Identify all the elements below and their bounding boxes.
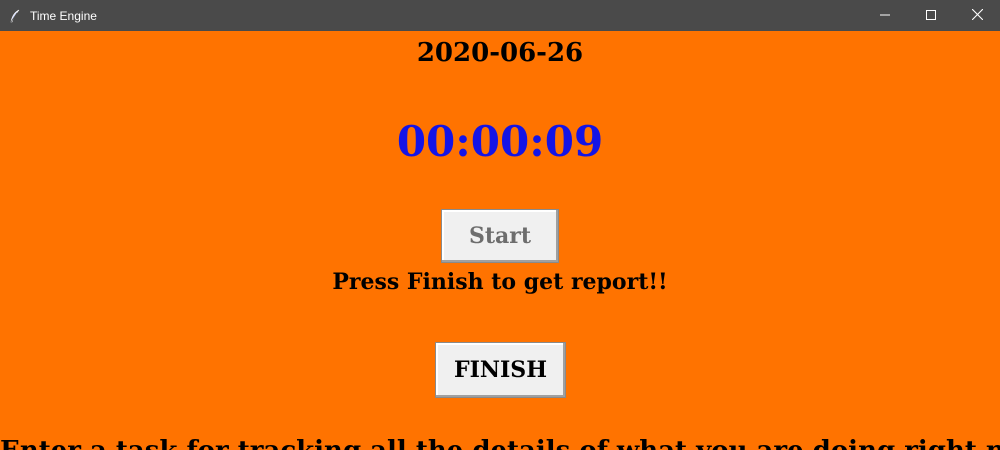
minimize-button[interactable]: [862, 0, 908, 31]
finish-prompt-label: Press Finish to get report!!: [332, 269, 668, 295]
minimize-icon: [880, 9, 890, 23]
finish-button[interactable]: FINISH: [435, 342, 566, 398]
close-button[interactable]: [954, 0, 1000, 31]
maximize-button[interactable]: [908, 0, 954, 31]
main-content: 2020-06-26 00:00:09 Start Press Finish t…: [0, 31, 1000, 450]
timer-display: 00:00:09: [396, 117, 604, 166]
task-instruction-label: Enter a task for tracking all the detail…: [0, 434, 1000, 450]
app-window: Time Engine 2020-06-26 00:00:09 Start Pr…: [0, 0, 1000, 450]
maximize-icon: [926, 9, 936, 23]
window-controls: [862, 0, 1000, 31]
title-bar[interactable]: Time Engine: [0, 0, 1000, 31]
date-label: 2020-06-26: [416, 38, 584, 68]
window-title: Time Engine: [30, 8, 97, 23]
close-icon: [971, 8, 983, 23]
feather-icon: [8, 9, 22, 23]
start-button[interactable]: Start: [441, 209, 559, 263]
